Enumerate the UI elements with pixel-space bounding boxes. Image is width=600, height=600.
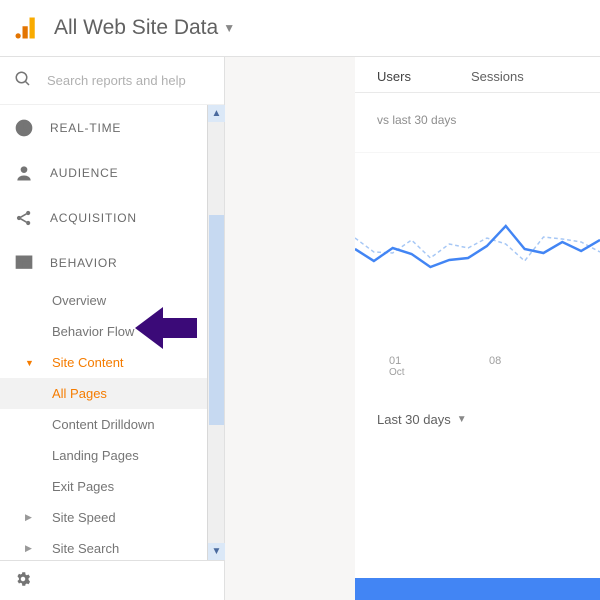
view-title: All Web Site Data: [54, 16, 218, 40]
caret-down-icon: ▼: [25, 358, 34, 368]
axis-tick: 01 Oct: [389, 355, 489, 378]
nav-label: AUDIENCE: [50, 166, 118, 180]
content-gap: [225, 57, 355, 600]
sub-landing-pages[interactable]: Landing Pages: [0, 440, 207, 471]
nav-behavior[interactable]: BEHAVIOR: [0, 240, 207, 285]
date-range-selector[interactable]: Last 30 days ▼: [355, 392, 600, 427]
behavior-icon: [13, 253, 35, 273]
search-row[interactable]: [0, 57, 224, 105]
scroll-up-icon[interactable]: ▲: [208, 105, 225, 122]
users-chart: 01 Oct 08: [355, 152, 600, 392]
nav-scrollbar[interactable]: ▲ ▼: [207, 105, 224, 560]
sub-site-search[interactable]: ▶ Site Search: [0, 533, 207, 560]
nav-label: BEHAVIOR: [50, 256, 118, 270]
gear-icon: [14, 570, 32, 591]
caret-right-icon: ▶: [25, 512, 32, 523]
primary-action-button[interactable]: [355, 578, 600, 600]
nav-acquisition[interactable]: ACQUISITION: [0, 195, 207, 240]
x-axis: 01 Oct 08: [355, 355, 600, 378]
chevron-down-icon: ▼: [223, 21, 235, 35]
sub-content-drilldown[interactable]: Content Drilldown: [0, 409, 207, 440]
axis-tick: 08: [489, 355, 589, 378]
nav-label: REAL-TIME: [50, 121, 121, 135]
scroll-down-icon[interactable]: ▼: [208, 543, 225, 560]
scroll-thumb[interactable]: [209, 215, 224, 425]
nav-realtime[interactable]: REAL-TIME: [0, 105, 207, 150]
ga-logo: [12, 14, 40, 42]
content-panel: Users Sessions vs last 30 days 01 Oct 08: [355, 57, 600, 600]
person-icon: [13, 163, 35, 183]
admin-bar[interactable]: [0, 560, 224, 600]
chevron-down-icon: ▼: [457, 414, 467, 425]
chart-line-current: [355, 226, 600, 267]
search-input[interactable]: [47, 73, 223, 88]
view-selector[interactable]: All Web Site Data ▼: [54, 16, 235, 40]
tab-users[interactable]: Users: [377, 69, 411, 92]
tab-sessions[interactable]: Sessions: [471, 69, 524, 92]
nav-audience[interactable]: AUDIENCE: [0, 150, 207, 195]
comparison-label: vs last 30 days: [355, 93, 600, 127]
caret-right-icon: ▶: [25, 543, 32, 554]
sub-exit-pages[interactable]: Exit Pages: [0, 471, 207, 502]
sub-site-speed[interactable]: ▶ Site Speed: [0, 502, 207, 533]
search-icon: [14, 70, 32, 91]
annotation-arrow: [135, 305, 197, 354]
share-icon: [13, 208, 35, 228]
header: All Web Site Data ▼: [0, 0, 600, 57]
nav-label: ACQUISITION: [50, 211, 137, 225]
sub-all-pages[interactable]: All Pages: [0, 378, 207, 409]
clock-icon: [13, 118, 35, 138]
